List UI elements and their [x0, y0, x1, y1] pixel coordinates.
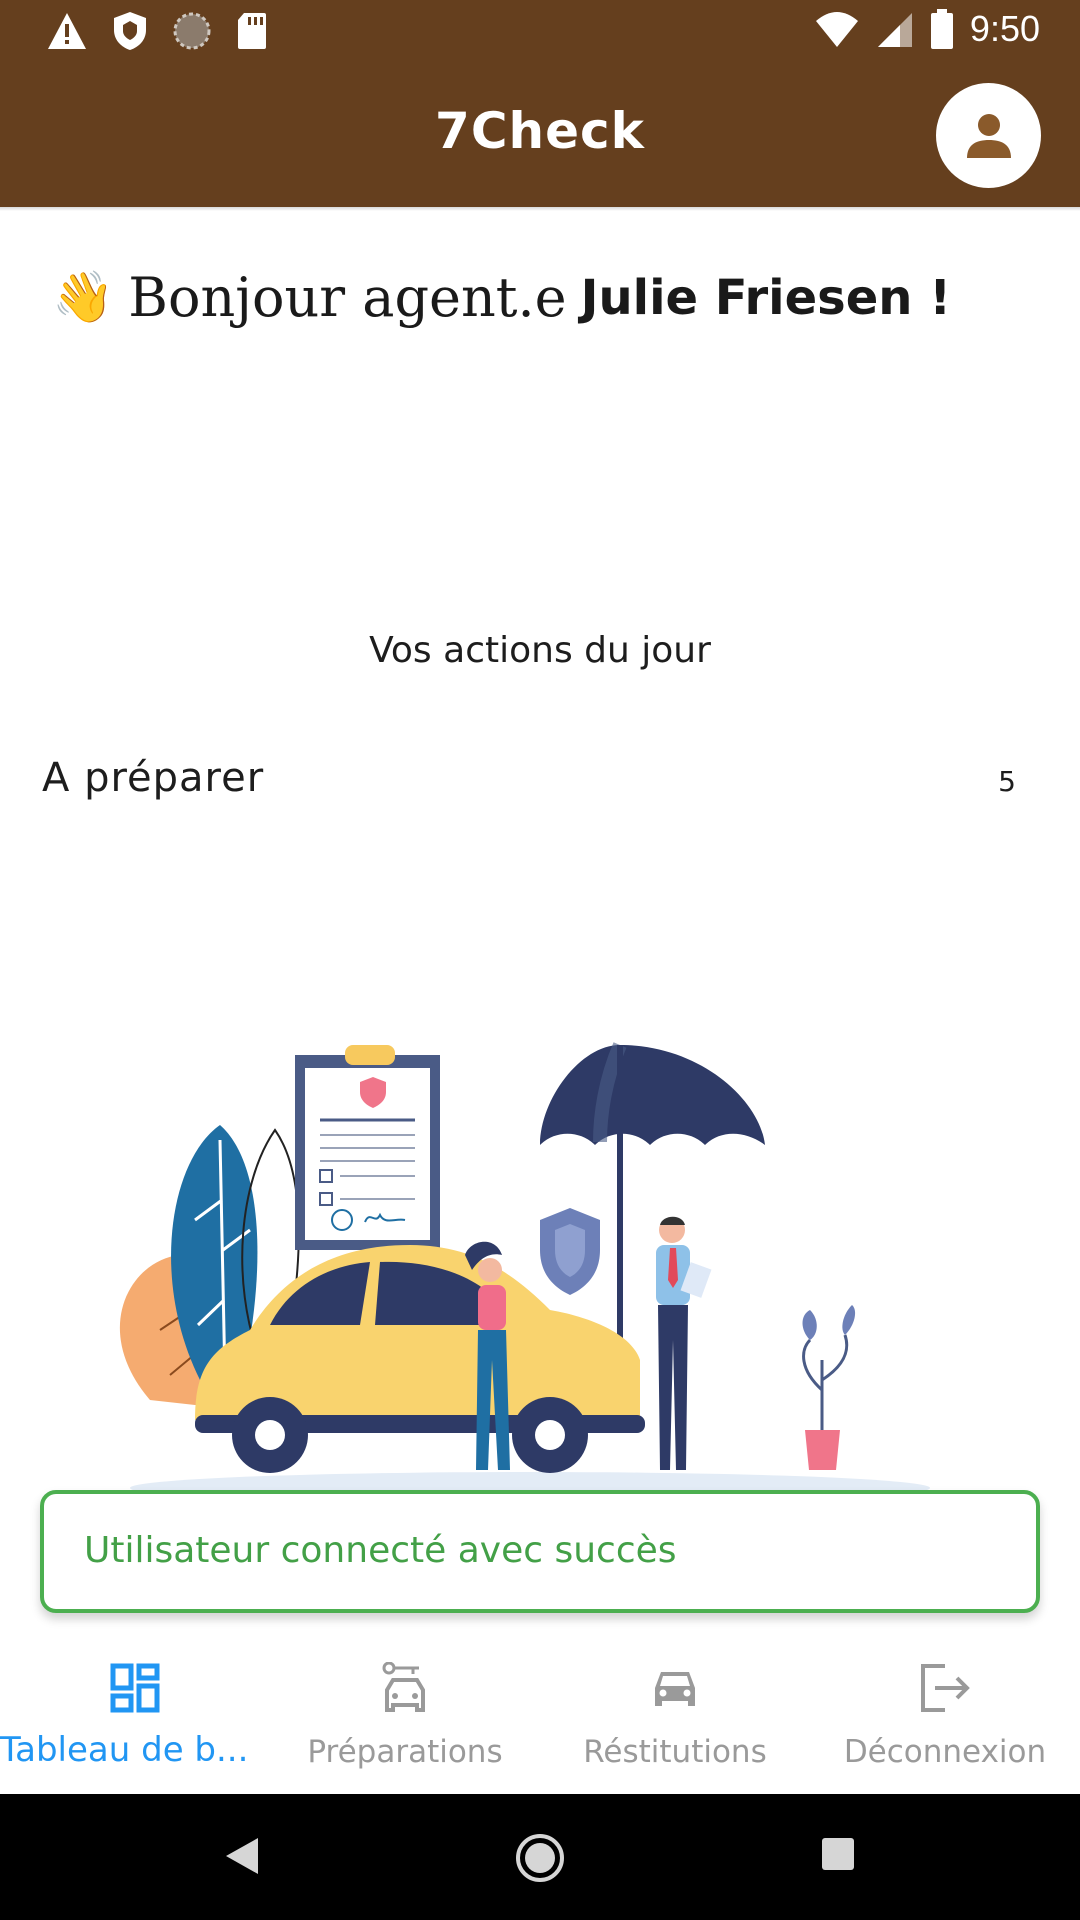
nav-item-restitutions[interactable]: Réstitutions [540, 1640, 810, 1794]
profile-button[interactable] [936, 83, 1041, 188]
wifi-icon [815, 12, 858, 47]
person-icon [966, 113, 1011, 158]
nav-label-preparations: Préparations [307, 1734, 503, 1770]
app-bar-shadow [0, 207, 1080, 211]
action-count: 5 [998, 765, 1016, 798]
agent-name: Julie Friesen ! [580, 269, 952, 326]
home-icon[interactable] [514, 1832, 566, 1884]
sd-card-icon [238, 13, 266, 49]
action-label: A préparer [42, 755, 265, 801]
clock: 9:50 [969, 8, 1040, 49]
bottom-nav: Tableau de b... Préparations Réstitution… [0, 1640, 1080, 1794]
nav-label-restitutions: Réstitutions [583, 1734, 767, 1770]
alert-icon [48, 13, 86, 49]
logout-icon [921, 1664, 970, 1712]
car-key-icon [382, 1662, 425, 1712]
actions-title: Vos actions du jour [369, 630, 711, 671]
nav-label-dashboard: Tableau de b... [0, 1730, 249, 1770]
status-bar: 9:50 [0, 0, 1080, 64]
waving-hand-icon: 👋 [52, 268, 115, 326]
nav-item-logout[interactable]: Déconnexion [810, 1640, 1080, 1794]
greeting-text: Bonjour agent.e [128, 266, 567, 329]
status-icons-left [46, 10, 268, 52]
toast-message: Utilisateur connecté avec succès [84, 1530, 677, 1571]
recents-icon[interactable] [820, 1836, 856, 1872]
shield-icon [114, 12, 146, 50]
insurance-illustration [119, 1042, 930, 1500]
app-bar: 7Check [0, 64, 1080, 207]
app-title: 7Check [435, 102, 645, 160]
battery-icon [930, 9, 953, 49]
status-icons-right: 9:50 [814, 8, 1040, 50]
nav-item-dashboard[interactable]: Tableau de b... [0, 1640, 270, 1794]
signal-icon [877, 13, 912, 47]
nav-item-preparations[interactable]: Préparations [270, 1640, 540, 1794]
system-nav-bar [0, 1794, 1080, 1920]
action-row-to-prepare[interactable]: A préparer 5 [42, 755, 1022, 815]
success-toast: Utilisateur connecté avec succès [40, 1490, 1040, 1613]
car-icon [655, 1672, 695, 1706]
back-icon[interactable] [222, 1834, 262, 1878]
sync-icon [173, 12, 211, 50]
dashboard-icon [110, 1663, 160, 1713]
greeting: 👋 Bonjour agent.e Julie Friesen ! [52, 266, 951, 329]
nav-label-logout: Déconnexion [843, 1734, 1047, 1770]
